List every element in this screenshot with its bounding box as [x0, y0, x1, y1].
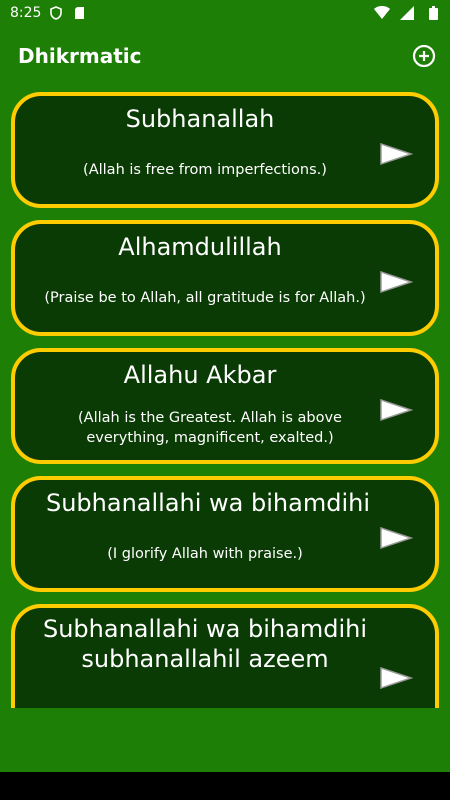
signal-icon: [400, 6, 414, 20]
dhikr-card[interactable]: Alhamdulillah (Praise be to Allah, all g…: [11, 220, 439, 336]
dhikr-title: Subhanallahi wa bihamdihi subhanallahil …: [42, 615, 367, 673]
status-time: 8:25: [10, 5, 42, 21]
system-nav-bar: [0, 772, 450, 800]
battery-icon: [429, 6, 438, 20]
dhikr-card[interactable]: Allahu Akbar (Allah is the Greatest. All…: [11, 348, 439, 464]
app-bar: Dhikrmatic: [0, 28, 450, 88]
play-icon[interactable]: [379, 270, 413, 294]
dhikr-title: Alhamdulillah: [118, 233, 282, 261]
plus-circle-icon[interactable]: [412, 44, 436, 68]
play-icon[interactable]: [379, 398, 413, 422]
dhikr-card[interactable]: Subhanallahi wa bihamdihi (I glorify All…: [11, 476, 439, 592]
dhikr-list: Subhanallah (Allah is free from imperfec…: [0, 88, 450, 708]
shield-icon: [50, 6, 62, 20]
play-icon[interactable]: [379, 142, 413, 166]
dhikr-title: Allahu Akbar: [123, 361, 277, 389]
app-title: Dhikrmatic: [18, 44, 142, 68]
wifi-icon: [374, 6, 390, 19]
play-icon[interactable]: [379, 666, 413, 690]
dhikr-translation: (Praise be to Allah, all gratitude is fo…: [44, 290, 366, 306]
dhikr-translation: (Allah is the Greatest. Allah is above e…: [78, 410, 342, 446]
sd-card-icon: [75, 7, 84, 19]
dhikr-translation: (Allah is free from imperfections.): [83, 162, 327, 178]
status-bar: 8:25: [0, 0, 450, 28]
dhikr-title: Subhanallahi wa bihamdihi: [45, 489, 370, 517]
dhikr-card[interactable]: Subhanallah (Allah is free from imperfec…: [11, 92, 439, 208]
dhikr-card[interactable]: Subhanallahi wa bihamdihi subhanallahil …: [11, 604, 439, 708]
play-icon[interactable]: [379, 526, 413, 550]
dhikr-title: Subhanallah: [125, 105, 275, 133]
bottom-panel: [0, 708, 450, 772]
dhikr-translation: (I glorify Allah with praise.): [107, 546, 303, 562]
